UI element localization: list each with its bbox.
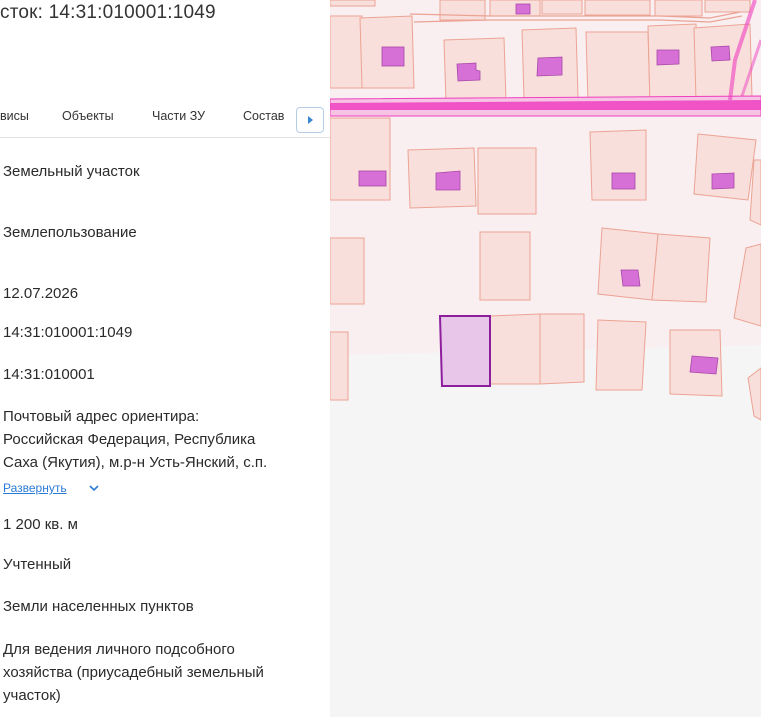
area-value: 1 200 кв. м: [3, 516, 78, 533]
parcel[interactable]: [584, 0, 651, 16]
address-line: Саха (Якутия), м.р-н Усть-Янский, с.п.: [3, 454, 268, 471]
date-value: 12.07.2026: [3, 285, 79, 302]
parcel[interactable]: [489, 0, 541, 17]
object-type-value: Земельный участок: [3, 163, 140, 180]
status-value: Учтенный: [3, 556, 72, 573]
building: [611, 172, 636, 190]
chevron-right-icon: [308, 116, 313, 124]
parcel[interactable]: [597, 227, 659, 301]
page-title: сток: 14:31:010001:1049: [0, 2, 216, 23]
parcel[interactable]: [330, 117, 391, 201]
building: [711, 172, 735, 190]
expand-link[interactable]: Развернуть: [3, 481, 67, 495]
building: [656, 49, 680, 66]
cadastral-number-value: 14:31:010001:1049: [3, 324, 133, 341]
building: [435, 170, 461, 191]
cadastral-map[interactable]: [330, 0, 761, 717]
parcel[interactable]: [747, 367, 761, 421]
parcel[interactable]: [585, 31, 651, 103]
parcel[interactable]: [704, 0, 751, 13]
parcel[interactable]: [539, 313, 585, 385]
quarter-value: 14:31:010001: [3, 366, 95, 383]
tab-objects[interactable]: Объекты: [62, 109, 114, 123]
building: [710, 45, 731, 62]
info-panel: сток: 14:31:010001:1049 висы Объекты Час…: [0, 0, 330, 717]
tabs-scroll-right-button[interactable]: [296, 107, 324, 133]
address-line: Почтовый адрес ориентира:: [3, 408, 200, 425]
parcel[interactable]: [330, 331, 349, 401]
parcel[interactable]: [330, 15, 363, 89]
chevron-down-icon[interactable]: [88, 482, 100, 494]
building: [620, 269, 641, 287]
parcel[interactable]: [654, 0, 703, 17]
address-value: Почтовый адрес ориентира: Российская Фед…: [3, 405, 323, 474]
usage-line: участок): [3, 687, 61, 704]
parcel[interactable]: [647, 23, 699, 107]
parcel[interactable]: [693, 133, 757, 201]
parcel[interactable]: [477, 147, 537, 215]
tab-composition[interactable]: Состав: [243, 109, 284, 123]
parcel[interactable]: [489, 313, 541, 385]
parcel[interactable]: [651, 233, 711, 303]
tab-bar: висы Объекты Части ЗУ Состав: [0, 97, 330, 138]
tab-services[interactable]: висы: [0, 109, 29, 123]
address-line: Российская Федерация, Республика: [3, 431, 256, 448]
selected-parcel[interactable]: [438, 315, 491, 387]
building: [381, 46, 405, 67]
parcel[interactable]: [595, 319, 647, 391]
usage-line: Для ведения личного подсобного: [3, 641, 235, 658]
permitted-use-value: Для ведения личного подсобного хозяйства…: [3, 638, 323, 707]
building: [536, 56, 563, 77]
building: [358, 170, 387, 187]
building: [515, 3, 531, 15]
building: [689, 355, 719, 375]
usage-line: хозяйства (приусадебный земельный: [3, 664, 264, 681]
parcel[interactable]: [479, 231, 531, 301]
parcel[interactable]: [330, 237, 365, 305]
map-canvas[interactable]: [330, 0, 761, 717]
parcel[interactable]: [541, 0, 583, 15]
subtype-value: Землепользование: [3, 224, 137, 241]
parcel[interactable]: [439, 0, 486, 21]
tab-parts[interactable]: Части ЗУ: [152, 109, 205, 123]
parcel[interactable]: [330, 0, 376, 7]
category-value: Земли населенных пунктов: [3, 598, 194, 615]
parcel[interactable]: [589, 129, 647, 201]
